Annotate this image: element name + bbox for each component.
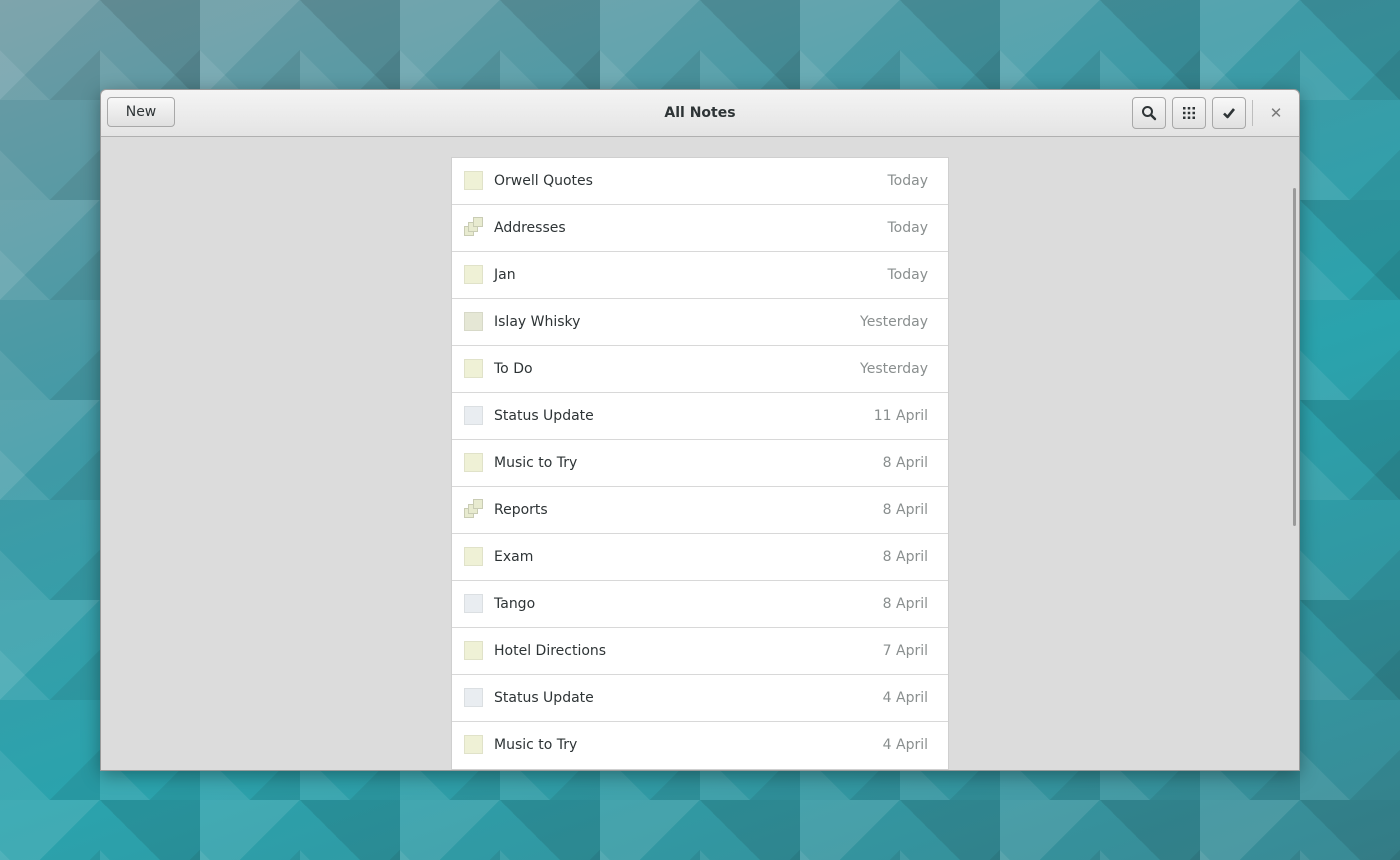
note-row[interactable]: Hotel Directions 7 April [452, 628, 948, 675]
note-date: Yesterday [860, 361, 928, 377]
window-title: All Notes [664, 105, 736, 121]
note-color-swatch [464, 312, 483, 331]
note-title: Islay Whisky [494, 314, 581, 330]
note-date: Yesterday [860, 314, 928, 330]
note-title: Jan [494, 267, 516, 283]
collection-icon [464, 499, 484, 519]
notes-list: Orwell Quotes Today Addresses Today Jan Today… [451, 157, 949, 770]
note-title: Tango [494, 596, 536, 612]
note-title: To Do [494, 361, 533, 377]
note-title: Music to Try [494, 737, 578, 753]
note-title: Music to Try [494, 455, 578, 471]
note-color-swatch [464, 453, 483, 472]
search-button[interactable] [1132, 97, 1166, 129]
grid-view-icon [1183, 107, 1195, 119]
note-color-swatch [464, 359, 483, 378]
note-date: 8 April [882, 455, 928, 471]
header-bar: New All Notes ✕ [101, 90, 1299, 137]
note-date: Today [887, 173, 929, 189]
note-title: Orwell Quotes [494, 173, 593, 189]
notes-content: Orwell Quotes Today Addresses Today Jan Today… [101, 137, 1299, 770]
header-separator [1252, 100, 1253, 126]
grid-view-button[interactable] [1172, 97, 1206, 129]
note-row[interactable]: To Do Yesterday [452, 346, 948, 393]
note-row[interactable]: Islay Whisky Yesterday [452, 299, 948, 346]
note-title: Status Update [494, 690, 594, 706]
note-title: Hotel Directions [494, 643, 607, 659]
note-date: 4 April [882, 737, 928, 753]
note-title: Exam [494, 549, 534, 565]
note-row[interactable]: Music to Try 8 April [452, 440, 948, 487]
search-icon [1142, 106, 1157, 121]
note-date: 11 April [873, 408, 928, 424]
close-button[interactable]: ✕ [1263, 97, 1289, 129]
note-date: 8 April [882, 502, 928, 518]
new-note-button[interactable]: New [107, 97, 175, 127]
close-icon: ✕ [1269, 104, 1283, 122]
note-date: 4 April [882, 690, 928, 706]
note-date: 8 April [882, 596, 928, 612]
note-row[interactable]: Jan Today [452, 252, 948, 299]
note-row[interactable]: Exam 8 April [452, 534, 948, 581]
note-color-swatch [464, 641, 483, 660]
note-color-swatch [464, 406, 483, 425]
note-row[interactable]: Status Update 4 April [452, 675, 948, 722]
note-row[interactable]: Music to Try 4 April [452, 722, 948, 769]
note-date: Today [887, 220, 929, 236]
note-color-swatch [464, 547, 483, 566]
note-color-swatch [464, 171, 483, 190]
notes-window: New All Notes ✕ Orwell Quotes Today Addr… [100, 89, 1300, 771]
note-row[interactable]: Tango 8 April [452, 581, 948, 628]
note-title: Reports [494, 502, 548, 518]
collection-icon [464, 217, 484, 237]
note-row[interactable]: Orwell Quotes Today [452, 158, 948, 205]
note-row[interactable]: Status Update 11 April [452, 393, 948, 440]
note-row[interactable]: Reports 8 April [452, 487, 948, 534]
scrollbar[interactable] [1293, 188, 1296, 526]
selection-mode-button[interactable] [1212, 97, 1246, 129]
note-title: Addresses [494, 220, 566, 236]
note-date: 7 April [882, 643, 928, 659]
note-color-swatch [464, 688, 483, 707]
note-color-swatch [464, 265, 483, 284]
note-row[interactable]: Addresses Today [452, 205, 948, 252]
note-color-swatch [464, 594, 483, 613]
note-title: Status Update [494, 408, 594, 424]
note-color-swatch [464, 735, 483, 754]
note-date: 8 April [882, 549, 928, 565]
note-date: Today [887, 267, 929, 283]
checkmark-icon [1223, 108, 1236, 119]
